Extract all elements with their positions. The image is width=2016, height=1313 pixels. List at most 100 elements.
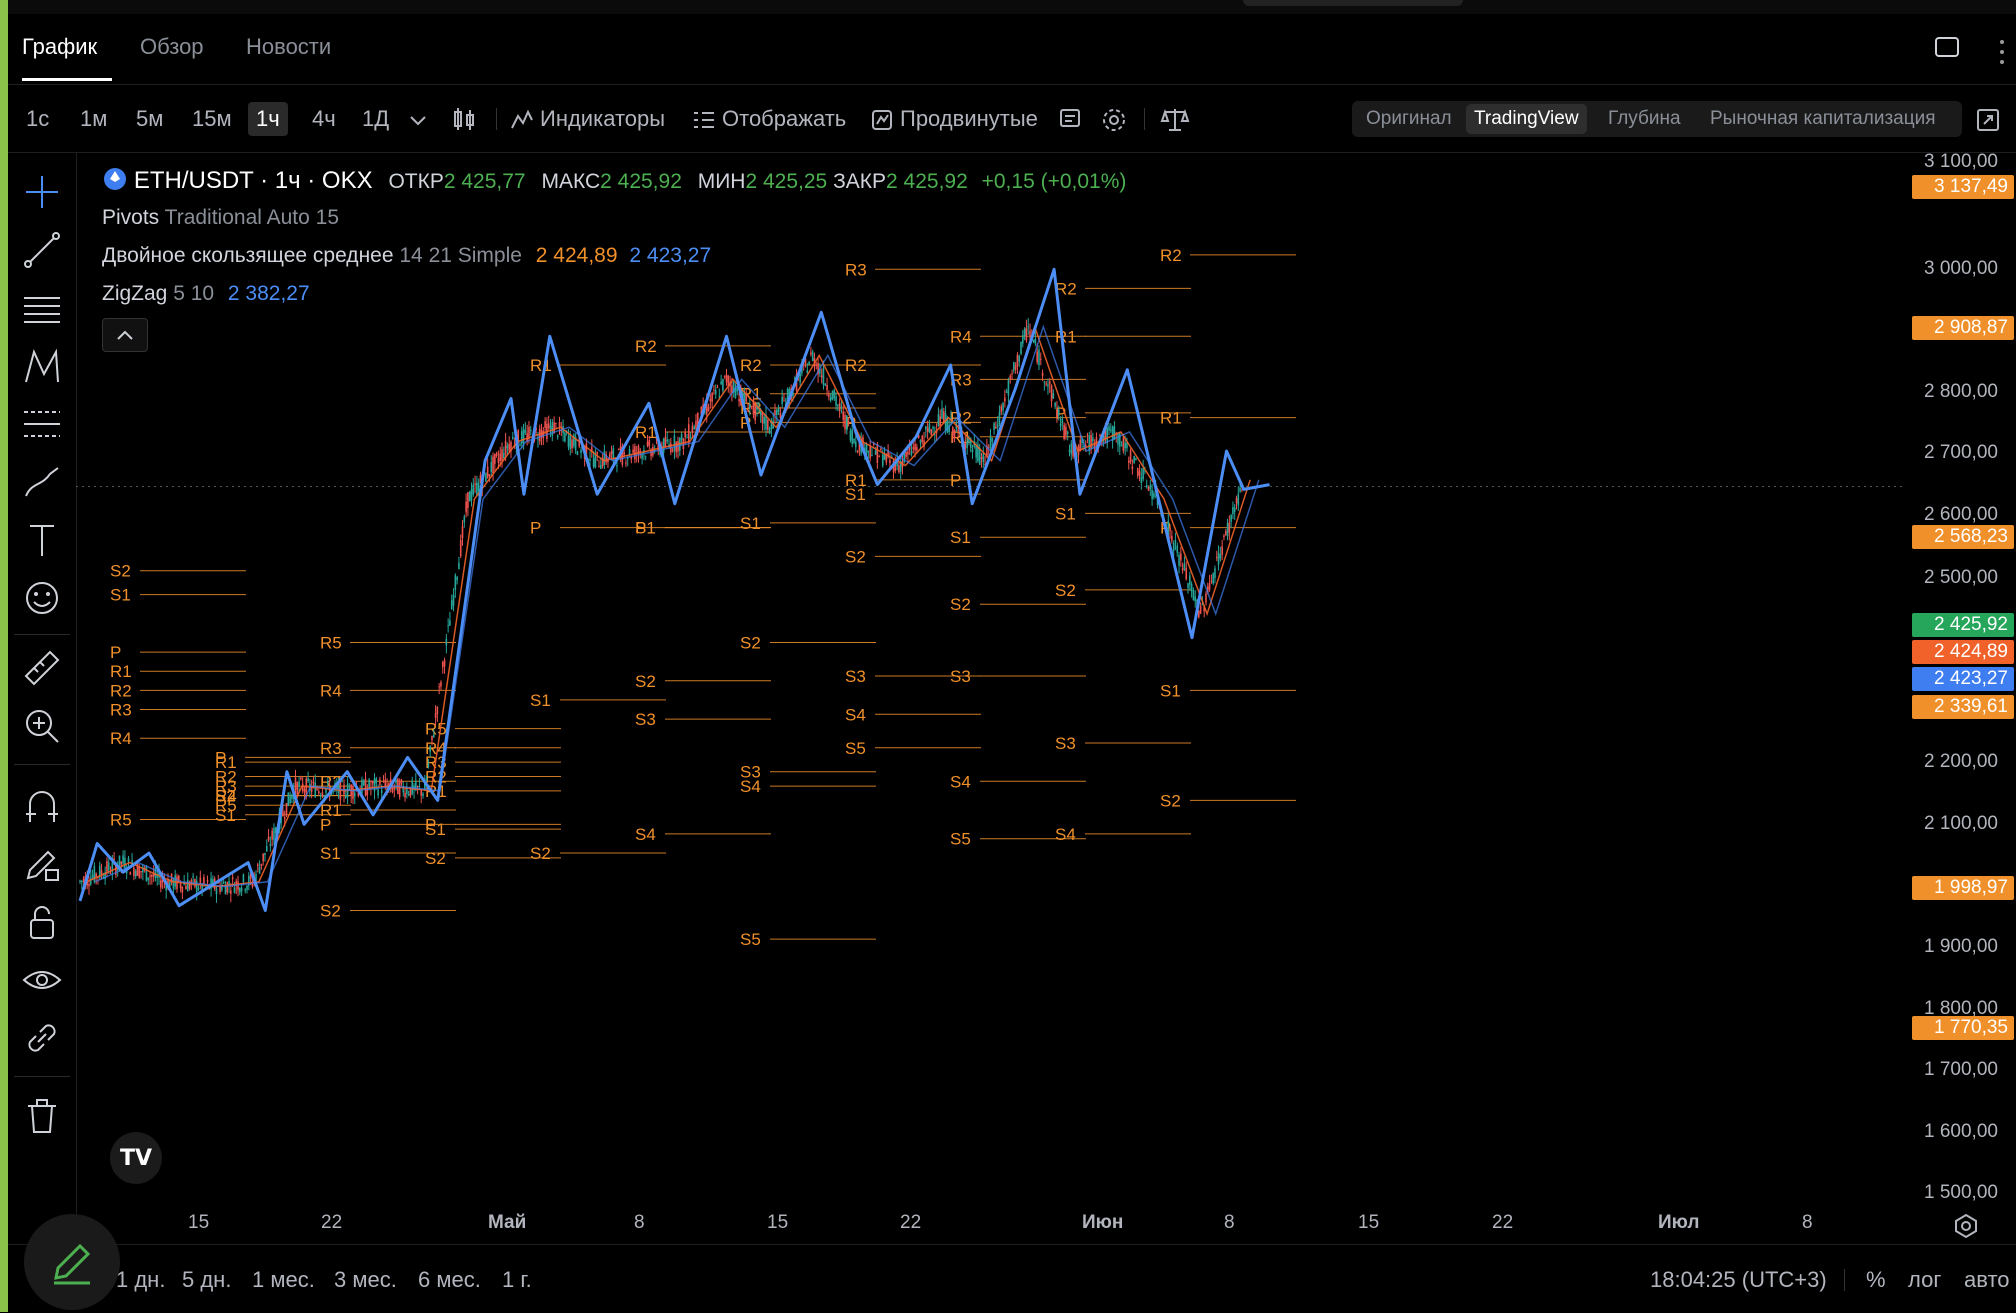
clock[interactable]: 18:04:25 (UTC+3)	[1650, 1267, 1827, 1293]
candle-body	[1237, 493, 1240, 506]
candle-body	[822, 368, 825, 385]
range-1d[interactable]: 1 дн.	[116, 1267, 165, 1293]
indicators-button[interactable]: Индикаторы	[532, 102, 673, 136]
display-button[interactable]: Отображать	[714, 102, 854, 136]
candle-body	[344, 795, 347, 798]
open-value: 2 425,77	[443, 170, 526, 193]
tab-chart[interactable]: График	[22, 34, 97, 60]
zoom-in-icon[interactable]	[22, 706, 62, 746]
edit-button[interactable]	[24, 1214, 120, 1310]
candle-body	[881, 454, 884, 466]
candle-body	[846, 415, 848, 431]
magnet-icon[interactable]	[22, 786, 62, 826]
view-tradingview[interactable]: TradingView	[1466, 104, 1587, 134]
ruler-icon[interactable]	[22, 648, 62, 688]
lock-icon[interactable]	[22, 902, 62, 942]
candle-body	[230, 890, 232, 894]
gear-icon[interactable]	[1100, 106, 1128, 134]
interval-1h[interactable]: 1ч	[248, 102, 288, 136]
tab-overview[interactable]: Обзор	[140, 34, 204, 60]
symbol-title[interactable]: ETH/USDT · 1ч · OKX	[134, 167, 373, 194]
interval-1d[interactable]: 1Д	[354, 102, 397, 136]
more-vertical-icon[interactable]	[1992, 36, 2012, 76]
candle-body	[226, 882, 229, 893]
pencil-lock-icon[interactable]	[22, 844, 62, 884]
pivots-name[interactable]: Pivots	[102, 206, 159, 229]
template-icon[interactable]	[1058, 106, 1084, 132]
legend-collapse-button[interactable]	[102, 318, 148, 352]
dma-name[interactable]: Двойное скользящее среднее	[102, 244, 394, 267]
interval-1m[interactable]: 1м	[72, 102, 115, 136]
tab-news[interactable]: Новости	[246, 34, 331, 60]
candle-body	[826, 385, 828, 391]
candle-body	[1214, 568, 1216, 579]
candle-body	[1232, 507, 1234, 515]
candle-body	[991, 438, 994, 442]
horizontal-lines-icon[interactable]	[22, 288, 62, 328]
percent-toggle[interactable]: %	[1866, 1267, 1886, 1293]
view-market-cap[interactable]: Рыночная капитализация	[1702, 104, 1944, 134]
range-3m[interactable]: 3 мес.	[334, 1267, 397, 1293]
window-icon[interactable]	[1934, 36, 1962, 60]
candle-body	[998, 411, 1001, 425]
range-6m[interactable]: 6 мес.	[418, 1267, 481, 1293]
trend-line-icon[interactable]	[22, 230, 62, 270]
view-depth[interactable]: Глубина	[1600, 104, 1689, 134]
candle-body	[1002, 403, 1004, 411]
candle-body	[1221, 546, 1223, 555]
candle-body	[1142, 468, 1144, 480]
text-icon[interactable]	[22, 520, 62, 560]
interval-15m[interactable]: 15м	[184, 102, 240, 136]
auto-toggle[interactable]: авто	[1964, 1267, 2010, 1293]
price-chart[interactable]: R5R4R3R2R1PS1S2R5R4R3R2R1PS1S2R5R4R3R2R1…	[76, 152, 2016, 1244]
crosshair-icon[interactable]	[22, 172, 62, 212]
candle-body	[246, 885, 248, 890]
settings-icon[interactable]	[1952, 1212, 1980, 1240]
scale-icon[interactable]	[1160, 106, 1190, 134]
candle-body	[316, 789, 318, 791]
range-5d[interactable]: 5 дн.	[182, 1267, 231, 1293]
pivot-label: S5	[845, 739, 866, 758]
zigzag-name[interactable]: ZigZag	[102, 282, 167, 305]
fullscreen-icon[interactable]	[1976, 108, 2000, 132]
pattern-icon[interactable]	[22, 346, 62, 386]
candle-body	[646, 441, 649, 446]
candle-body	[898, 465, 900, 473]
candle-body	[1041, 372, 1044, 377]
advanced-button[interactable]: Продвинутые	[892, 102, 1046, 136]
trash-icon[interactable]	[22, 1096, 62, 1136]
candle-body	[434, 713, 437, 719]
emoji-icon[interactable]	[22, 578, 62, 618]
pivot-label: P	[320, 815, 331, 834]
candle-body	[1223, 535, 1225, 538]
pivot-label: R1	[530, 356, 552, 375]
drag-handle[interactable]	[1243, 0, 1463, 6]
candle-body	[181, 886, 184, 893]
candle-body	[838, 403, 841, 412]
candle-body	[993, 423, 995, 431]
high-value: 2 425,92	[600, 170, 682, 193]
range-1m[interactable]: 1 мес.	[252, 1267, 315, 1293]
pivot-label: R2	[740, 356, 762, 375]
candle-body	[1059, 424, 1062, 427]
range-1y[interactable]: 1 г.	[502, 1267, 532, 1293]
chevron-down-icon[interactable]	[408, 114, 428, 128]
view-original[interactable]: Оригинал	[1358, 104, 1460, 134]
candle-body	[1113, 425, 1116, 440]
candle-body	[684, 432, 686, 438]
pivot-label: R4	[110, 729, 132, 748]
candle-body	[939, 416, 942, 427]
candle-type-icon[interactable]	[450, 106, 478, 134]
candle-body	[197, 888, 200, 890]
log-toggle[interactable]: лог	[1908, 1267, 1941, 1293]
pivot-label: R5	[320, 634, 342, 653]
fib-icon[interactable]	[22, 404, 62, 444]
interval-1s[interactable]: 1с	[18, 102, 57, 136]
eye-icon[interactable]	[22, 960, 62, 1000]
interval-5m[interactable]: 5м	[128, 102, 171, 136]
candle-body	[492, 456, 494, 474]
brush-icon[interactable]	[22, 462, 62, 502]
candle-body	[100, 870, 103, 875]
interval-4h[interactable]: 4ч	[304, 102, 344, 136]
link-icon[interactable]	[22, 1018, 62, 1058]
